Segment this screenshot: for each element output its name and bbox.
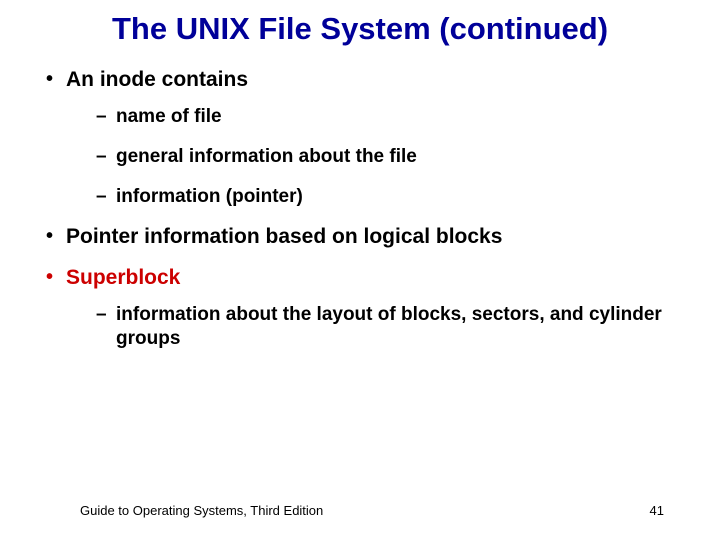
sub-item: general information about the file (94, 145, 680, 169)
page-number: 41 (650, 503, 664, 518)
slide: The UNIX File System (continued) An inod… (0, 0, 720, 540)
bullet-text: Superblock (66, 266, 180, 289)
sub-list-superblock: information about the layout of blocks, … (66, 303, 680, 351)
footer-source: Guide to Operating Systems, Third Editio… (80, 503, 323, 518)
sub-item: information (pointer) (94, 185, 680, 209)
sub-list-inode: name of file general information about t… (66, 105, 680, 208)
bullet-list: An inode contains name of file general i… (40, 67, 680, 351)
bullet-text: An inode contains (66, 68, 248, 91)
bullet-pointer-info: Pointer information based on logical blo… (42, 224, 680, 250)
slide-title: The UNIX File System (continued) (40, 10, 680, 49)
bullet-inode: An inode contains name of file general i… (42, 67, 680, 209)
bullet-superblock: Superblock information about the layout … (42, 265, 680, 351)
sub-item: name of file (94, 105, 680, 129)
sub-item: information about the layout of blocks, … (94, 303, 680, 351)
footer: Guide to Operating Systems, Third Editio… (80, 503, 664, 518)
bullet-text: Pointer information based on logical blo… (66, 225, 502, 248)
